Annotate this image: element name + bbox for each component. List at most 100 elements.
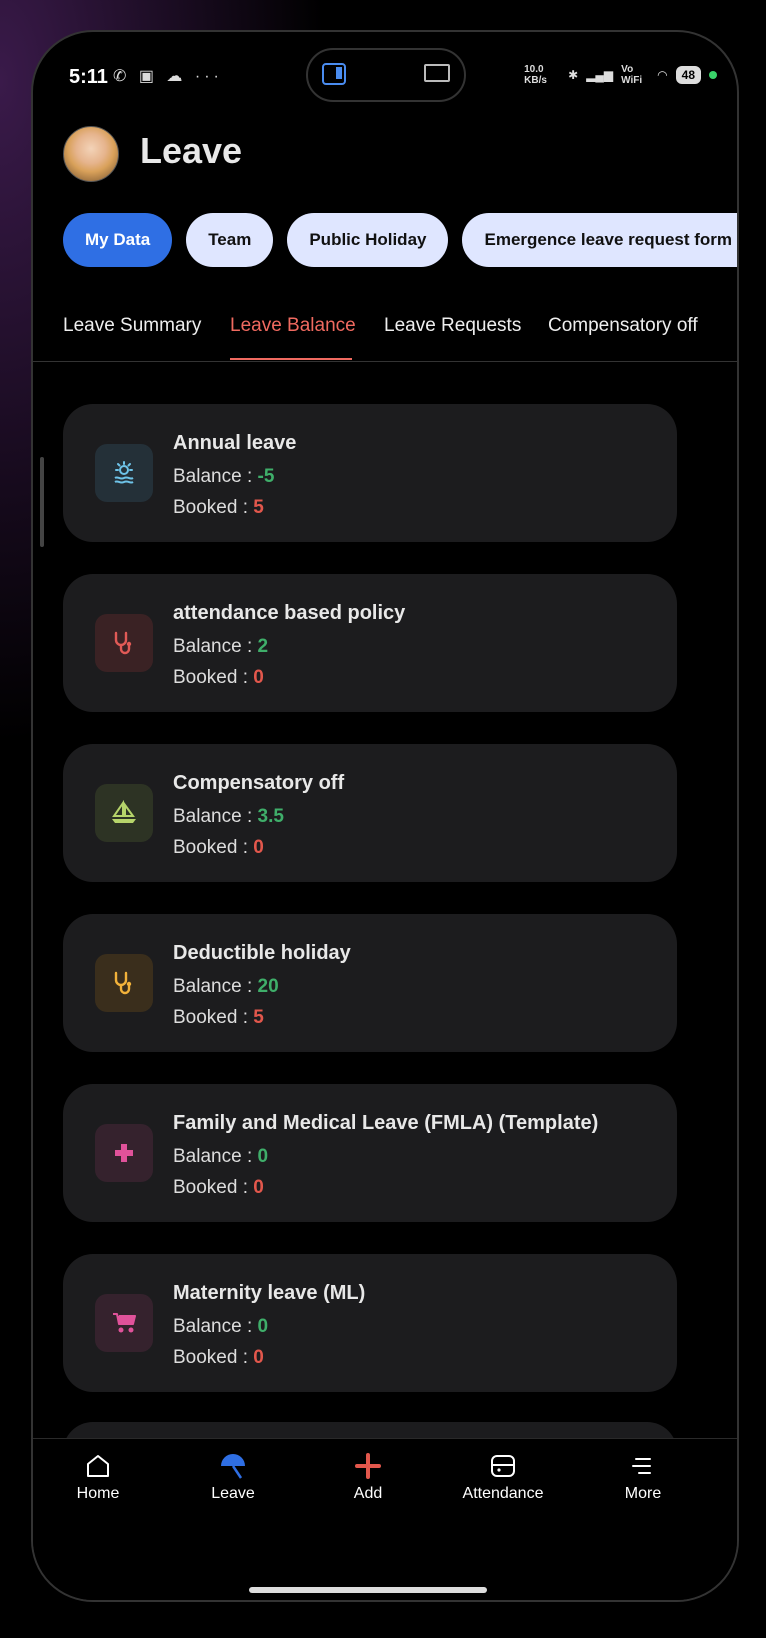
balance-row: Balance : 0: [173, 1316, 268, 1338]
chip-my-data[interactable]: My Data: [63, 213, 173, 267]
balance-value: 20: [257, 976, 279, 997]
booked-label: Booked :: [173, 497, 254, 518]
booked-row: Booked : 5: [173, 497, 264, 519]
nav-more[interactable]: More: [583, 1451, 703, 1503]
nav-attendance[interactable]: Attendance: [443, 1451, 563, 1503]
stethoscope-icon: [95, 614, 153, 672]
balance-row: Balance : 2: [173, 636, 268, 658]
nav-home[interactable]: Home: [38, 1451, 158, 1503]
status-right-icons: 10.0 KB/s ✱ ▂▄▆ Vo WiFi ◠ 48: [524, 64, 717, 86]
umbrella-icon: [221, 1454, 245, 1479]
leave-card-attendance-based-policy[interactable]: attendance based policy Balance : 2 Book…: [63, 574, 677, 712]
leave-type-title: Compensatory off: [173, 772, 345, 794]
leave-card-family-and-medical-leave-fmla-template[interactable]: Family and Medical Leave (FMLA) (Templat…: [63, 1084, 677, 1222]
dynamic-island: [306, 48, 466, 102]
booked-value: 5: [253, 1007, 264, 1028]
balance-value: 2: [257, 636, 269, 657]
booked-value: 0: [253, 1347, 264, 1368]
booked-label: Booked :: [173, 1347, 254, 1368]
balance-row: Balance : 0: [173, 1146, 268, 1168]
nav-home-label: Home: [76, 1485, 120, 1502]
home-icon: [87, 1455, 109, 1477]
balance-label: Balance :: [173, 1316, 258, 1337]
stroller-icon: [95, 1294, 153, 1352]
phone-frame: 5:11 ✆ ▣ ☁ ··· 10.0 KB/s ✱ ▂▄▆ Vo WiFi ◠…: [31, 30, 739, 1602]
booked-value: 0: [253, 837, 264, 858]
stethoscope-icon: [95, 954, 153, 1012]
leave-type-title: Family and Medical Leave (FMLA) (Templat…: [173, 1112, 599, 1134]
nav-add[interactable]: Add: [308, 1451, 428, 1503]
screen-share-icon: [322, 63, 346, 85]
booked-row: Booked : 0: [173, 667, 264, 689]
balance-value: 0: [257, 1146, 269, 1167]
notification-icons: ✆ ▣ ☁ ···: [113, 68, 223, 85]
nav-leave[interactable]: Leave: [173, 1451, 293, 1503]
leave-type-title: Deductible holiday: [173, 942, 351, 964]
boat-icon: [95, 784, 153, 842]
network-speed: 10.0 KB/s: [524, 64, 547, 86]
privacy-dot-icon: [709, 71, 717, 79]
leave-type-title: Maternity leave (ML): [173, 1282, 366, 1304]
booked-label: Booked :: [173, 1007, 254, 1028]
leave-card-compensatory-off[interactable]: Compensatory off Balance : 3.5 Booked : …: [63, 744, 677, 882]
leave-balance-list: Annual leave Balance : -5 Booked : 5 att…: [63, 404, 677, 1424]
balance-row: Balance : 20: [173, 976, 279, 998]
booked-label: Booked :: [173, 667, 254, 688]
booked-label: Booked :: [173, 837, 254, 858]
nav-attendance-label: Attendance: [462, 1485, 544, 1502]
filter-chips: My Data Team Public Holiday Emergence le…: [63, 213, 737, 267]
leave-card-deductible-holiday[interactable]: Deductible holiday Balance : 20 Booked :…: [63, 914, 677, 1052]
attendance-icon: [491, 1455, 515, 1477]
balance-row: Balance : 3.5: [173, 806, 284, 828]
active-tab-indicator: [230, 358, 352, 360]
tab-leave-balance[interactable]: Leave Balance: [230, 315, 356, 337]
balance-label: Balance :: [173, 466, 258, 487]
home-indicator[interactable]: [249, 1587, 487, 1593]
nav-leave-label: Leave: [211, 1485, 255, 1502]
balance-row: Balance : -5: [173, 466, 274, 488]
balance-label: Balance :: [173, 976, 258, 997]
leave-card-annual-leave[interactable]: Annual leave Balance : -5 Booked : 5: [63, 404, 677, 542]
nav-more-label: More: [624, 1485, 662, 1502]
tab-leave-requests[interactable]: Leave Requests: [384, 315, 521, 337]
leave-card-maternity-leave-ml[interactable]: Maternity leave (ML) Balance : 0 Booked …: [63, 1254, 677, 1392]
booked-row: Booked : 0: [173, 1347, 264, 1369]
bluetooth-icon: ✱: [568, 68, 579, 82]
booked-label: Booked :: [173, 1177, 254, 1198]
status-time: 5:11: [69, 66, 108, 88]
booked-row: Booked : 0: [173, 837, 264, 859]
sun-wave-icon: [95, 444, 153, 502]
medical-cross-icon: [95, 1124, 153, 1182]
scrollbar[interactable]: [40, 457, 44, 547]
booked-value: 5: [253, 497, 264, 518]
balance-value: 0: [257, 1316, 269, 1337]
balance-label: Balance :: [173, 806, 258, 827]
booked-value: 0: [253, 667, 264, 688]
avatar[interactable]: [63, 126, 119, 182]
signal-icon: ▂▄▆: [586, 68, 614, 82]
wifi-label: Vo WiFi: [621, 64, 643, 86]
booked-row: Booked : 0: [173, 1177, 264, 1199]
chip-emergence-leave-request-form[interactable]: Emergence leave request form: [462, 213, 737, 267]
bottom-navigation: Home Leave Add Attendance More: [33, 1438, 737, 1600]
battery-icon: 48: [675, 66, 701, 84]
wifi-icon: ◠: [657, 68, 668, 82]
tab-compensatory-off[interactable]: Compensatory off: [548, 315, 698, 337]
chip-team[interactable]: Team: [186, 213, 274, 267]
booked-row: Booked : 5: [173, 1007, 264, 1029]
leave-type-title: attendance based policy: [173, 602, 406, 624]
status-bar: 5:11 ✆ ▣ ☁ ··· 10.0 KB/s ✱ ▂▄▆ Vo WiFi ◠…: [33, 32, 737, 120]
tab-bar: Leave Summary Leave Balance Leave Reques…: [33, 315, 737, 362]
balance-value: -5: [257, 466, 275, 487]
leave-type-title: Annual leave: [173, 432, 297, 454]
nav-add-label: Add: [353, 1485, 383, 1502]
balance-label: Balance :: [173, 636, 258, 657]
booked-value: 0: [253, 1177, 264, 1198]
laptop-icon: [424, 64, 450, 82]
page-title: Leave: [140, 130, 243, 171]
menu-icon: [632, 1458, 651, 1474]
chip-public-holiday[interactable]: Public Holiday: [287, 213, 449, 267]
plus-icon: [355, 1453, 381, 1479]
tab-leave-summary[interactable]: Leave Summary: [63, 315, 201, 337]
balance-label: Balance :: [173, 1146, 258, 1167]
